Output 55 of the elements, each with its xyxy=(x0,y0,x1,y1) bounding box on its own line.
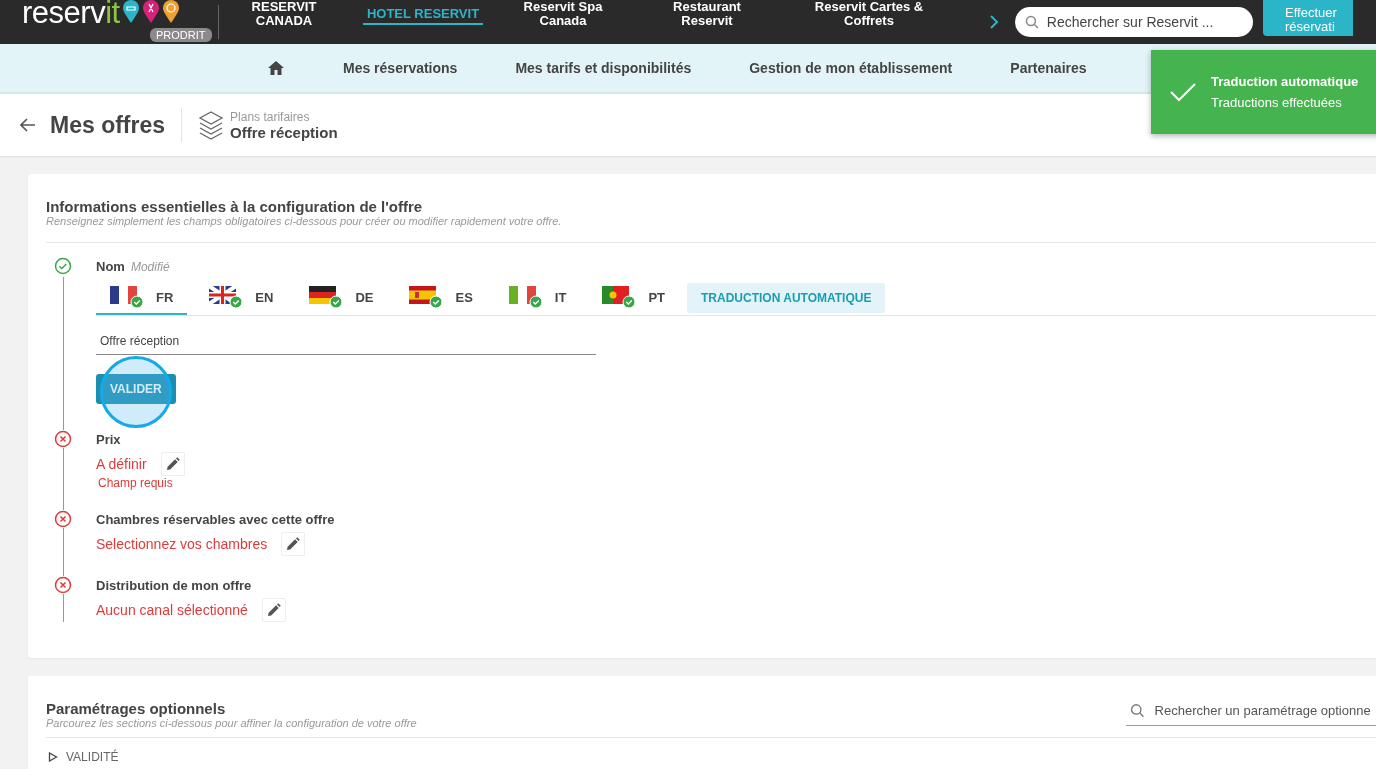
field-label: Prix xyxy=(96,432,121,447)
logo-text: reservit xyxy=(22,0,120,28)
section-subtitle: Parcourez les sections ci-dessous pour affiner la configuration de votre offre xyxy=(46,717,417,729)
collapsible-section[interactable]: VALIDITÉ xyxy=(48,750,1376,764)
pencil-icon xyxy=(286,537,301,551)
site-tab[interactable]: Restaurant Reservit xyxy=(657,0,757,32)
pencil-icon xyxy=(165,457,180,471)
field-value: Selectionnez vos chambres xyxy=(96,536,268,552)
menu-item[interactable]: Gestion de mon établissement xyxy=(749,60,953,76)
toast-message: Traductions effectuées xyxy=(1211,95,1343,110)
layers-icon xyxy=(198,110,225,140)
field-value: A définir xyxy=(96,456,147,472)
triangle-icon xyxy=(48,752,58,762)
field-label: Distribution de mon offre xyxy=(96,578,252,593)
menu-item[interactable]: Mes tarifs et disponibilités xyxy=(515,60,692,76)
section-subtitle: Renseignez simplement les champs obligatoires ci-dessous pour créer ou modifier rapidement votre offre. xyxy=(46,215,563,227)
menu-item[interactable]: Partenaires xyxy=(1010,60,1087,76)
environment-badge: PRODRIT xyxy=(150,28,212,42)
modified-note: Modifié xyxy=(130,260,170,274)
field-label: Nom xyxy=(96,259,125,274)
back-arrow-icon[interactable] xyxy=(20,118,36,132)
menu-item[interactable]: Mes réservations xyxy=(343,60,458,76)
search-icon xyxy=(1130,703,1145,718)
page-title: Mes offres xyxy=(50,108,183,142)
optional-search-field[interactable]: Rechercher un paramétrage optionne xyxy=(1152,702,1376,719)
home-icon[interactable] xyxy=(267,60,285,76)
language-tab[interactable]: IT xyxy=(494,281,581,315)
flag-icon xyxy=(508,286,545,308)
edit-button[interactable] xyxy=(281,532,306,556)
language-tab[interactable]: DE xyxy=(295,281,388,315)
toast-title: Traduction automatique xyxy=(1211,74,1359,89)
error-message: Champ requis xyxy=(98,476,174,490)
edit-button[interactable] xyxy=(160,452,185,476)
site-tab[interactable]: RESERVIT CANADA xyxy=(239,0,329,32)
search-bar[interactable]: Rechercher sur Reservit ... xyxy=(1015,7,1253,37)
pencil-icon xyxy=(266,603,281,617)
site-tab[interactable]: Reservit Spa Canada xyxy=(513,0,613,32)
breadcrumb-current: Offre réception xyxy=(230,123,338,141)
site-tab[interactable]: Reservit Cartes & Coffrets xyxy=(799,0,939,32)
site-tab[interactable]: HOTEL RESERVIT xyxy=(363,7,483,25)
chevron-right-icon[interactable] xyxy=(989,15,999,29)
section-title: Paramétrages optionnels xyxy=(46,700,227,717)
field-label: Chambres réservables avec cette offre xyxy=(96,512,335,527)
field-value: Aucun canal sélectionné xyxy=(96,602,248,618)
search-icon xyxy=(1025,15,1039,29)
language-tab[interactable]: FR xyxy=(96,281,188,315)
optional-search-bar[interactable]: Rechercher un paramétrage optionne xyxy=(1126,702,1376,726)
checkmark-icon xyxy=(1169,81,1197,103)
flag-icon xyxy=(110,286,146,308)
location-pins-icon xyxy=(121,0,180,24)
language-tab[interactable]: ES xyxy=(395,281,487,315)
language-tab[interactable]: EN xyxy=(195,281,288,315)
language-tab[interactable]: PT xyxy=(588,281,679,315)
edit-button[interactable] xyxy=(261,598,286,622)
section-title: Informations essentielles à la configuration de l'offre xyxy=(46,198,424,215)
